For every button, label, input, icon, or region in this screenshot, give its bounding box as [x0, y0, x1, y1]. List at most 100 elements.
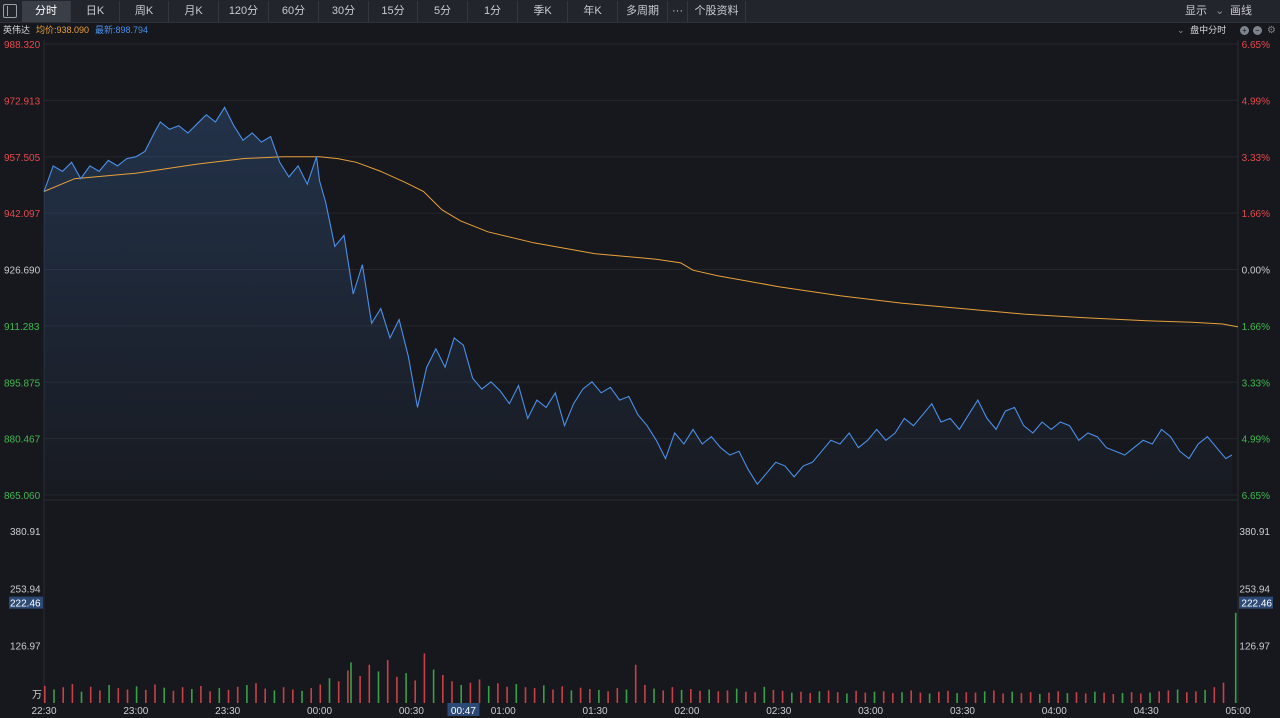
volume-bar	[218, 688, 221, 703]
volume-bar	[579, 687, 582, 703]
time-cursor-label: 00:47	[451, 706, 476, 717]
volume-bar	[1057, 691, 1059, 703]
volume-bar	[873, 691, 876, 703]
volume-bar	[717, 691, 720, 703]
volume-bar	[337, 681, 340, 703]
volume-bar	[598, 689, 600, 703]
volume-bar	[644, 685, 646, 703]
volume-tick-label-right: 380.91	[1239, 527, 1270, 538]
volume-bar	[1075, 692, 1078, 703]
volume-tick-label: 126.97	[10, 642, 41, 653]
volume-bar	[1029, 692, 1032, 703]
time-tick-label: 04:30	[1134, 706, 1159, 717]
volume-bar	[791, 692, 793, 703]
percent-tick-label: 4.99%	[1242, 435, 1270, 446]
volume-bar	[846, 693, 848, 703]
volume-bar	[478, 679, 481, 703]
percent-tick-label: 1.66%	[1242, 322, 1270, 333]
time-tick-label: 03:30	[950, 706, 975, 717]
volume-bar	[1112, 694, 1115, 703]
volume-bar	[634, 664, 637, 703]
intraday-chart[interactable]: 988.320 972.913 957.505 942.097 926.690 911.2…	[0, 0, 1280, 718]
volume-bar	[236, 686, 239, 703]
volume-bar	[200, 685, 202, 703]
volume-bar	[864, 692, 867, 703]
volume-bar	[1084, 693, 1087, 703]
volume-bar	[901, 692, 903, 703]
volume-bar	[135, 686, 138, 703]
volume-bar	[763, 686, 766, 703]
volume-bar	[938, 691, 940, 703]
volume-bar	[772, 689, 775, 703]
volume-highlight-label-right: 222.46	[1241, 599, 1272, 610]
volume-bar	[1020, 693, 1023, 703]
volume-bar	[191, 689, 193, 703]
volume-tick-label-right: 253.94	[1239, 584, 1270, 595]
volume-bar	[836, 692, 839, 703]
volume-bar	[1140, 693, 1142, 703]
time-tick-label: 04:00	[1042, 706, 1067, 717]
volume-bar	[671, 687, 674, 703]
volume-bar	[377, 671, 380, 703]
volume-bar	[209, 691, 211, 703]
volume-bar	[126, 689, 129, 703]
volume-bar	[53, 689, 55, 703]
volume-bar	[301, 690, 303, 703]
price-area-fill	[44, 107, 1232, 496]
price-tick-label: 988.320	[4, 40, 41, 51]
volume-bar	[1234, 612, 1237, 703]
volume-bar	[745, 691, 747, 703]
percent-tick-label: 6.65%	[1242, 491, 1270, 502]
time-axis: 22:30 23:00 23:30 00:00 00:30 00:47 01:00 01:30…	[31, 703, 1251, 717]
volume-bar	[781, 690, 784, 703]
price-tick-label: 911.283	[4, 322, 40, 333]
price-tick-label: 865.060	[4, 491, 41, 502]
volume-bar	[1066, 693, 1069, 703]
volume-bar	[154, 684, 156, 703]
volume-bar	[1204, 689, 1206, 703]
price-tick-label: 895.875	[4, 378, 41, 389]
volume-bar	[487, 685, 490, 703]
time-tick-label: 00:00	[307, 706, 332, 717]
volume-bar	[809, 693, 811, 703]
volume-bar	[607, 691, 609, 703]
volume-bar	[442, 675, 444, 703]
volume-bar	[1130, 692, 1133, 703]
volume-bar	[543, 685, 545, 703]
volume-bar	[497, 683, 499, 703]
volume-bar	[414, 680, 416, 703]
percent-axis-right: 6.65% 4.99% 3.33% 1.66% 0.00% 1.66% 3.33% 4.99%…	[1242, 40, 1270, 502]
volume-bar	[1158, 691, 1160, 703]
volume-bar	[282, 687, 285, 703]
volume-bar	[956, 693, 958, 703]
percent-tick-label: 0.00%	[1242, 266, 1270, 277]
volume-bar	[855, 690, 857, 703]
time-tick-label: 22:30	[31, 706, 56, 717]
time-tick-label: 23:00	[123, 706, 148, 717]
volume-bar	[974, 692, 977, 703]
volume-bar	[264, 688, 266, 703]
volume-bar	[662, 690, 664, 703]
volume-bar	[396, 676, 398, 703]
volume-tick-label: 253.94	[10, 584, 41, 595]
volume-bar	[827, 690, 830, 703]
volume-bar	[1149, 692, 1151, 703]
price-tick-label: 957.505	[4, 153, 41, 164]
volume-bar	[319, 684, 322, 703]
volume-bar	[246, 685, 248, 703]
volume-bar	[653, 688, 655, 703]
volume-bar	[368, 664, 371, 703]
volume-bar	[983, 691, 986, 703]
percent-tick-label: 4.99%	[1242, 96, 1270, 107]
volume-bar	[726, 690, 729, 703]
volume-bar	[1195, 691, 1197, 703]
volume-bar	[328, 678, 331, 703]
volume-bar	[533, 688, 536, 703]
volume-bar	[347, 670, 349, 703]
percent-tick-label: 1.66%	[1242, 209, 1270, 220]
volume-bar	[919, 692, 922, 703]
price-tick-label: 880.467	[4, 435, 41, 446]
volume-bar	[255, 683, 257, 703]
volume-bar	[1094, 691, 1096, 703]
volume-bar	[515, 684, 518, 703]
